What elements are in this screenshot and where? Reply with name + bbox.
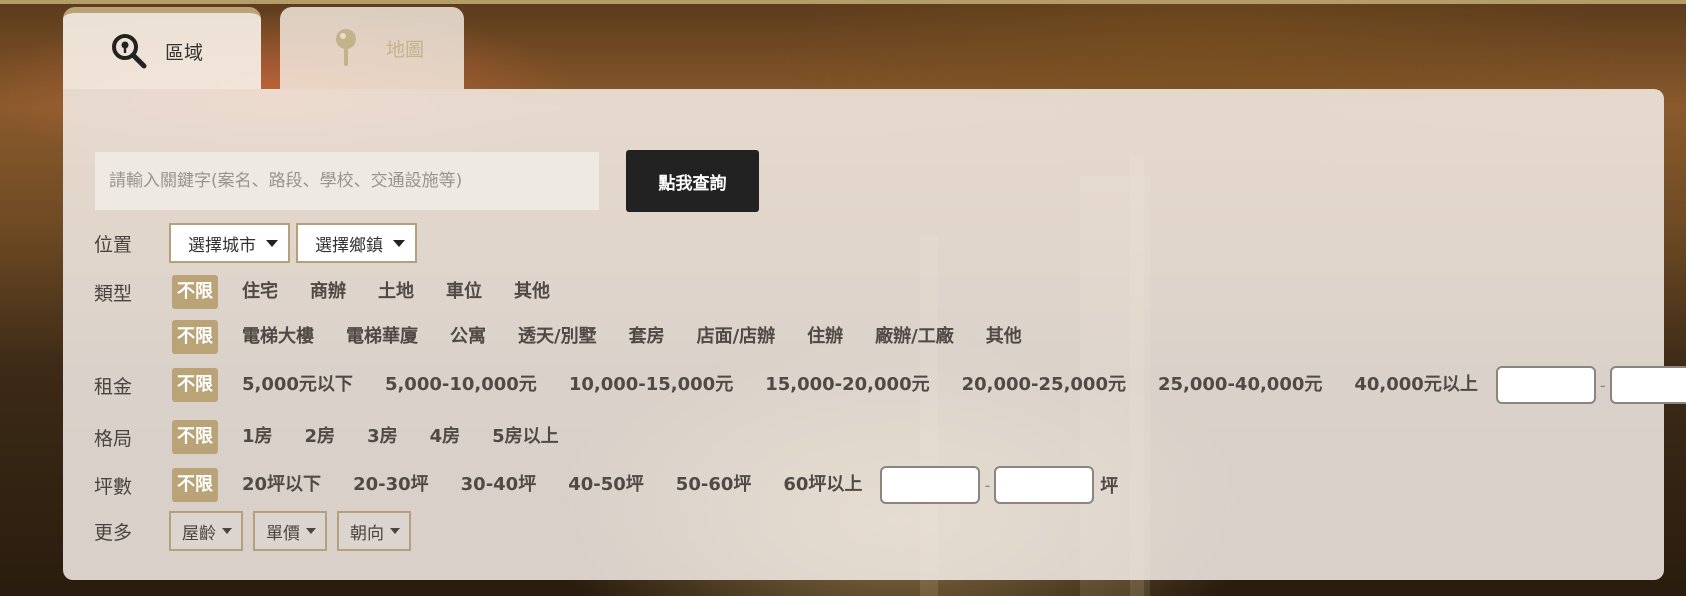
area-option[interactable]: 60坪以上 (783, 468, 862, 502)
chevron-down-icon (306, 528, 316, 534)
area-options: 不限 20坪以下 20-30坪 30-40坪 40-50坪 50-60坪 60坪… (172, 466, 1118, 504)
layout-option[interactable]: 4房 (430, 420, 461, 454)
keyword-search-input[interactable] (95, 152, 599, 210)
layout-option[interactable]: 2房 (305, 420, 336, 454)
rent-max-input[interactable] (1609, 366, 1686, 404)
search-location-icon (109, 31, 149, 71)
type-option-land[interactable]: 土地 (378, 275, 414, 309)
more-dropdowns: 屋齡 單價 朝向 (169, 511, 421, 551)
subtype-option-any[interactable]: 不限 (172, 320, 218, 354)
type-options: 不限 住宅 商辦 土地 車位 其他 (172, 275, 582, 309)
chevron-down-icon (390, 528, 400, 534)
type-option-residential[interactable]: 住宅 (242, 275, 278, 309)
chevron-down-icon (222, 528, 232, 534)
subtype-option[interactable]: 其他 (986, 320, 1022, 354)
location-label: 位置 (94, 233, 133, 256)
type-option-commercial[interactable]: 商辦 (310, 275, 346, 309)
orientation-dropdown[interactable]: 朝向 (337, 511, 411, 551)
area-option[interactable]: 20坪以下 (242, 468, 321, 502)
rent-label: 租金 (94, 375, 133, 398)
building-age-label: 屋齡 (182, 523, 216, 544)
area-unit: 坪 (1100, 476, 1119, 497)
building-age-dropdown[interactable]: 屋齡 (169, 511, 243, 551)
tab-map-label: 地圖 (386, 38, 425, 61)
subtype-option[interactable]: 廠辦/工廠 (875, 320, 954, 354)
layout-option[interactable]: 3房 (367, 420, 398, 454)
city-select-value: 選擇城市 (188, 235, 256, 256)
chevron-down-icon (393, 239, 405, 247)
type-label: 類型 (94, 282, 133, 305)
town-select-value: 選擇鄉鎮 (315, 235, 383, 256)
tab-area-label: 區域 (165, 41, 204, 64)
area-option-any[interactable]: 不限 (172, 468, 218, 502)
type-option-other[interactable]: 其他 (514, 275, 550, 309)
subtype-option[interactable]: 店面/店辦 (697, 320, 776, 354)
type-option-parking[interactable]: 車位 (446, 275, 482, 309)
subtype-option[interactable]: 電梯華廈 (346, 320, 418, 354)
rent-option[interactable]: 20,000-25,000元 (962, 368, 1126, 402)
top-accent-line (0, 0, 1686, 4)
tab-area[interactable]: 區域 (63, 7, 261, 89)
area-option[interactable]: 20-30坪 (353, 468, 429, 502)
search-button[interactable]: 點我查詢 (626, 150, 759, 212)
chevron-down-icon (266, 239, 278, 247)
city-select[interactable]: 選擇城市 (169, 223, 290, 263)
area-option[interactable]: 40-50坪 (568, 468, 644, 502)
rent-option[interactable]: 5,000元以下 (242, 368, 353, 402)
town-select[interactable]: 選擇鄉鎮 (296, 223, 417, 263)
rent-options: 不限 5,000元以下 5,000-10,000元 10,000-15,000元… (172, 366, 1686, 404)
subtype-option[interactable]: 透天/別墅 (518, 320, 597, 354)
layout-label: 格局 (94, 427, 133, 450)
search-panel: 點我查詢 位置 選擇城市 選擇鄉鎮 類型 不限 住宅 商辦 土地 車位 其他 (63, 89, 1686, 580)
subtype-option[interactable]: 住辦 (807, 320, 843, 354)
type-option-any[interactable]: 不限 (172, 275, 218, 309)
unit-price-dropdown[interactable]: 單價 (253, 511, 327, 551)
area-label: 坪數 (94, 475, 133, 498)
rent-option[interactable]: 15,000-20,000元 (765, 368, 929, 402)
area-min-input[interactable] (880, 466, 981, 504)
layout-options: 不限 1房 2房 3房 4房 5房以上 (172, 420, 591, 454)
subtype-option[interactable]: 電梯大樓 (242, 320, 314, 354)
subtype-option[interactable]: 套房 (629, 320, 665, 354)
more-label: 更多 (94, 521, 133, 544)
map-pin-icon (326, 28, 366, 68)
rent-option-any[interactable]: 不限 (172, 368, 218, 402)
rent-option[interactable]: 40,000元以上 (1354, 368, 1477, 402)
rent-option[interactable]: 25,000-40,000元 (1158, 368, 1322, 402)
layout-option[interactable]: 1房 (242, 420, 273, 454)
area-option[interactable]: 50-60坪 (676, 468, 752, 502)
location-selects: 選擇城市 選擇鄉鎮 (169, 223, 423, 263)
orientation-label: 朝向 (350, 523, 384, 544)
area-option[interactable]: 30-40坪 (461, 468, 537, 502)
rent-option[interactable]: 10,000-15,000元 (569, 368, 733, 402)
unit-price-label: 單價 (266, 523, 300, 544)
layout-option[interactable]: 5房以上 (492, 420, 559, 454)
layout-option-any[interactable]: 不限 (172, 420, 218, 454)
rent-range-dash: - (1599, 375, 1606, 395)
tab-map[interactable]: 地圖 (280, 7, 464, 89)
rent-option[interactable]: 5,000-10,000元 (385, 368, 537, 402)
rent-min-input[interactable] (1495, 366, 1596, 404)
area-range-dash: - (984, 475, 991, 495)
subtype-options: 不限 電梯大樓 電梯華廈 公寓 透天/別墅 套房 店面/店辦 住辦 廠辦/工廠 … (172, 320, 1054, 354)
subtype-option[interactable]: 公寓 (450, 320, 486, 354)
area-max-input[interactable] (994, 466, 1095, 504)
